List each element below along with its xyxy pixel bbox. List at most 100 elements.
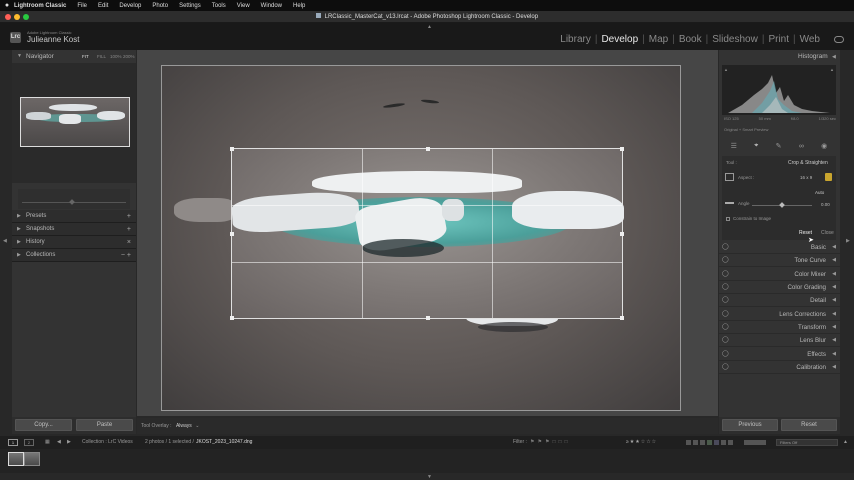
collapse-filmstrip-icon[interactable]: ▼ <box>427 474 432 480</box>
eye-icon[interactable]: ◯ <box>722 254 729 267</box>
paste-settings-button[interactable]: Paste <box>76 419 133 431</box>
expand-icon[interactable]: ◀ <box>832 241 836 254</box>
aspect-select[interactable]: 16 x 9 <box>800 175 812 180</box>
presets-panel-header[interactable]: ▶ Presets + <box>12 210 136 223</box>
eye-icon[interactable]: ◯ <box>722 281 729 294</box>
crop-handle-b[interactable] <box>426 316 430 320</box>
filter-preset-select[interactable]: Filters Off <box>776 439 838 446</box>
lock-icon[interactable] <box>825 173 832 181</box>
module-develop[interactable]: Develop <box>597 34 642 45</box>
forward-arrow-icon[interactable]: ▶ <box>67 436 71 449</box>
eye-icon[interactable]: ◯ <box>722 268 729 281</box>
basic-panel-header[interactable]: ◯ Basic ◀ <box>719 241 840 254</box>
eye-icon[interactable]: ◯ <box>722 294 729 307</box>
expand-icon[interactable]: ◀ <box>832 308 836 321</box>
menu-edit[interactable]: Edit <box>98 3 108 9</box>
menu-file[interactable]: File <box>77 3 87 9</box>
healing-tool-icon[interactable]: ✎ <box>776 142 782 150</box>
eye-icon[interactable]: ◯ <box>722 348 729 361</box>
zoom-window-button[interactable] <box>23 14 29 20</box>
crop-handle-r[interactable] <box>620 232 624 236</box>
expand-icon[interactable]: ◀ <box>832 268 836 281</box>
zoom-200[interactable]: 200% <box>123 54 135 59</box>
expand-icon[interactable]: ◀ <box>832 361 836 374</box>
snapshots-add-icon[interactable]: + <box>127 223 131 236</box>
crop-handle-l[interactable] <box>230 232 234 236</box>
menu-app[interactable]: Lightroom Classic <box>14 3 66 9</box>
copy-settings-button[interactable]: Copy... <box>15 419 72 431</box>
previous-button[interactable]: Previous <box>722 419 778 431</box>
module-print[interactable]: Print <box>764 34 793 45</box>
color-mixer-panel-header[interactable]: ◯ Color Mixer ◀ <box>719 268 840 281</box>
collapse-left-panel-icon[interactable]: ◀ <box>3 238 7 244</box>
flag-filter-icons[interactable]: ⚑⚑⚑□□□ <box>530 436 571 449</box>
page-2-button[interactable]: 2 <box>24 439 34 446</box>
crop-handle-bl[interactable] <box>230 316 234 320</box>
grid-view-icon[interactable]: ▦ <box>45 436 50 449</box>
eye-icon[interactable]: ◯ <box>722 308 729 321</box>
crop-tool-icon[interactable]: ⌖ <box>754 142 758 150</box>
menu-help[interactable]: Help <box>293 3 305 9</box>
chevron-down-icon[interactable]: ⌄ <box>195 423 199 429</box>
eye-icon[interactable]: ◯ <box>722 334 729 347</box>
back-arrow-icon[interactable]: ◀ <box>57 436 61 449</box>
eye-icon[interactable]: ◯ <box>722 241 729 254</box>
masking-icon[interactable]: ◉ <box>821 142 827 150</box>
menu-tools[interactable]: Tools <box>212 3 226 9</box>
module-map[interactable]: Map <box>645 34 672 45</box>
filmstrip-thumb[interactable] <box>24 452 40 466</box>
rating-filter-stars[interactable]: ≥★★☆☆☆ <box>626 436 657 449</box>
highlight-clip-icon[interactable]: ▲ <box>830 67 834 72</box>
minimize-window-button[interactable] <box>14 14 20 20</box>
lens-blur-panel-header[interactable]: ◯ Lens Blur ◀ <box>719 334 840 347</box>
zoom-100[interactable]: 100% <box>110 54 122 59</box>
zoom-fill[interactable]: FILL <box>97 54 106 59</box>
expand-icon[interactable]: ◀ <box>832 348 836 361</box>
expand-icon[interactable]: ◀ <box>832 321 836 334</box>
filter-lock-icon[interactable]: ▲ <box>843 436 848 449</box>
menu-view[interactable]: View <box>237 3 250 9</box>
apple-menu-icon[interactable]: ● <box>0 2 14 9</box>
module-book[interactable]: Book <box>675 34 706 45</box>
shadow-clip-icon[interactable]: ▲ <box>724 67 728 72</box>
crop-close-button[interactable]: Close <box>821 230 834 236</box>
reset-button[interactable]: Reset <box>781 419 837 431</box>
straighten-tool-icon[interactable] <box>725 202 734 204</box>
close-window-button[interactable] <box>5 14 11 20</box>
menu-settings[interactable]: Settings <box>179 3 201 9</box>
cloud-sync-icon[interactable] <box>834 36 844 43</box>
zoom-fit[interactable]: FIT <box>82 54 89 59</box>
tool-overlay-select[interactable]: Always <box>176 423 192 429</box>
crop-handle-t[interactable] <box>426 147 430 151</box>
history-panel-header[interactable]: ▶ History × <box>12 236 136 249</box>
module-slideshow[interactable]: Slideshow <box>708 34 762 45</box>
collections-add-icon[interactable]: − + <box>121 249 131 262</box>
navigator-collapse-icon[interactable]: ▼ <box>17 53 22 59</box>
menu-develop[interactable]: Develop <box>119 3 141 9</box>
edit-sliders-icon[interactable]: ☰ <box>731 142 737 150</box>
menu-window[interactable]: Window <box>261 3 282 9</box>
expand-icon[interactable]: ◀ <box>832 294 836 307</box>
detail-panel-header[interactable]: ◯ Detail ◀ <box>719 294 840 307</box>
red-eye-icon[interactable]: ∞ <box>799 143 804 150</box>
transform-panel-header[interactable]: ◯ Transform ◀ <box>719 321 840 334</box>
navigator-preview[interactable] <box>20 97 130 147</box>
expand-icon[interactable]: ◀ <box>832 334 836 347</box>
filmstrip-source[interactable]: Collection : LrC Videos <box>82 436 133 449</box>
filmstrip-thumb-selected[interactable] <box>8 452 24 466</box>
collapse-top-panel-icon[interactable]: ▲ <box>427 24 432 30</box>
module-web[interactable]: Web <box>796 34 824 45</box>
color-grading-panel-header[interactable]: ◯ Color Grading ◀ <box>719 281 840 294</box>
lens-corrections-panel-header[interactable]: ◯ Lens Corrections ◀ <box>719 308 840 321</box>
eye-icon[interactable]: ◯ <box>722 361 729 374</box>
color-label-filter[interactable] <box>686 440 746 445</box>
tone-curve-panel-header[interactable]: ◯ Tone Curve ◀ <box>719 254 840 267</box>
collapse-right-panel-icon[interactable]: ▶ <box>846 238 850 244</box>
menu-photo[interactable]: Photo <box>152 3 168 9</box>
selected-filename[interactable]: JKOST_2023_10247.dng <box>196 436 252 449</box>
auto-straighten-button[interactable]: Auto <box>815 190 824 195</box>
calibration-panel-header[interactable]: ◯ Calibration ◀ <box>719 361 840 374</box>
expand-icon[interactable]: ◀ <box>832 254 836 267</box>
histogram-title[interactable]: Histogram <box>798 53 828 60</box>
crop-handle-tr[interactable] <box>620 147 624 151</box>
